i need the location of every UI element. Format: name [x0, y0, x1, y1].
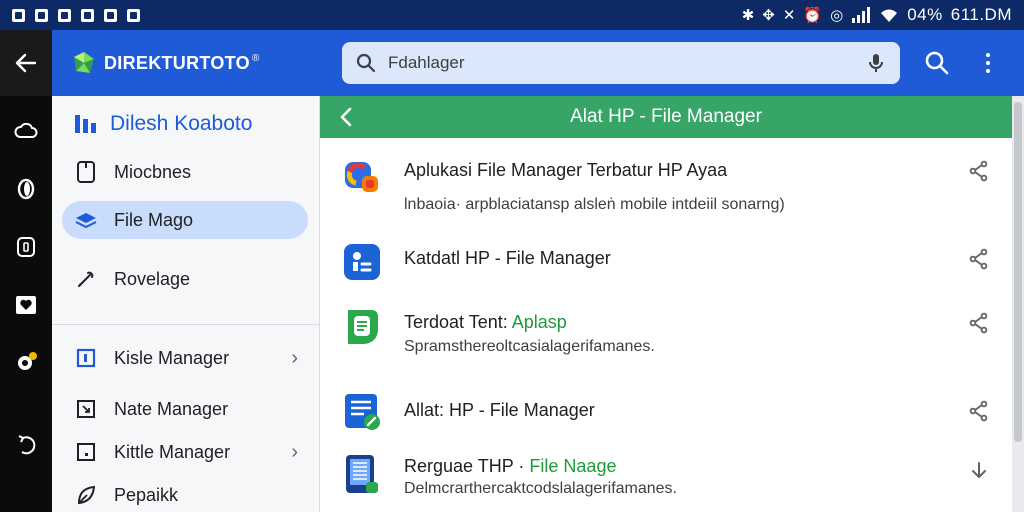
undo-icon[interactable] [13, 432, 39, 458]
drawer-item-label: Kittle Manager [114, 441, 231, 462]
search-input[interactable] [388, 53, 866, 73]
list-item[interactable]: Aplukasi File Manager Terbatur HP Ayaa l… [320, 150, 1012, 220]
row-title: Terdoat Tent: Aplasp [404, 312, 567, 333]
brand-logo[interactable]: DIREKTURTOTO ® [72, 51, 322, 75]
scrollbar-thumb[interactable] [1014, 102, 1022, 442]
share-icon[interactable] [968, 312, 990, 334]
back-button[interactable] [0, 30, 52, 96]
alarm-icon: ◎ [830, 6, 844, 24]
chevron-left-icon[interactable] [334, 105, 358, 129]
bars-icon [75, 115, 96, 133]
notification-icon [58, 8, 71, 22]
square-dot-icon [74, 440, 98, 464]
phone-icon [74, 160, 98, 184]
notification-icon [35, 8, 48, 22]
wifi-icon [881, 9, 898, 22]
drawer-item-kisle-manager[interactable]: Kisle Manager › [62, 339, 308, 377]
status-bar: ✱ ✥ ✕ ⏰ ◎ 04% 611.DM [0, 0, 1024, 30]
row-title: Rerguae THP · File Naage [404, 456, 616, 477]
notification-icon [81, 8, 94, 22]
drawer-divider [52, 324, 320, 325]
notification-icon [104, 8, 117, 22]
clock: 611.DM [950, 5, 1012, 24]
system-indicators: ✱ ✥ ✕ ⏰ ◎ 04% 611.DM [742, 5, 1012, 25]
search-icon[interactable] [924, 50, 950, 76]
drawer-item-label: Miocbnes [114, 161, 192, 182]
row-subtitle: Delmcrarthercaktcodslalagerifamanes. [404, 480, 677, 497]
list-item[interactable]: Terdoat Tent: Aplasp Spramsthereoltcasia… [320, 302, 1012, 372]
download-icon[interactable] [968, 460, 990, 482]
cloud-settings-icon[interactable] [13, 118, 39, 144]
phone-app-icon [346, 455, 378, 493]
row-subtitle: lnbaoia· arpblaciatansp alsleṅ mobile in… [404, 196, 785, 213]
drawer-item-file-mago[interactable]: File Mago [62, 201, 308, 239]
app-bar: DIREKTURTOTO ® [0, 30, 1024, 96]
notification-icon [12, 8, 25, 22]
drawer-item-pepaikk[interactable]: Pepaikk [62, 476, 308, 512]
leaf-icon [74, 483, 98, 507]
notification-icon [127, 8, 140, 22]
square-icon [74, 346, 98, 370]
drawer-item-label: Pepaikk [114, 484, 179, 505]
folder-icon [74, 208, 98, 232]
drawer-item-miocbnes[interactable]: Miocbnes [62, 153, 308, 191]
drawer-item-kittle-manager[interactable]: Kittle Manager › [62, 433, 308, 471]
document-app-icon [348, 310, 378, 344]
brand-name: DIREKTURTOTO [104, 52, 250, 73]
chevron-right-icon: › [291, 440, 298, 463]
search-icon [356, 53, 376, 73]
brand-registered-mark: ® [251, 53, 260, 64]
share-icon[interactable] [968, 400, 990, 422]
list-item[interactable]: Rerguae THP · File Naage Delmcrarthercak… [320, 452, 1012, 512]
signal-icon [852, 7, 871, 23]
favorites-icon[interactable] [13, 292, 39, 318]
gear-icon[interactable] [13, 350, 39, 376]
more-vert-icon[interactable] [976, 48, 1000, 78]
files-app-icon [344, 244, 380, 280]
share-icon[interactable] [968, 160, 990, 182]
row-title-prefix: Rerguae THP · [404, 456, 525, 476]
nfc-icon: ✥ [762, 6, 775, 24]
mic-icon[interactable] [866, 52, 886, 74]
list-item[interactable]: Katdatl HP - File Manager [320, 236, 1012, 292]
chevron-right-icon: › [291, 346, 298, 369]
panel-title: Alat HP - File Manager [570, 106, 762, 127]
logo-mark-icon [74, 52, 94, 73]
row-title-prefix: Terdoat Tent: [404, 312, 508, 332]
file-manager-panel: Alat HP - File Manager Aplukasi File Man… [320, 96, 1012, 512]
drawer-item-label: Kisle Manager [114, 347, 230, 368]
bluetooth-icon: ✱ [741, 6, 755, 24]
row-title: Katdatl HP - File Manager [404, 248, 611, 268]
drawer-item-rovelage[interactable]: Rovelage [62, 260, 308, 298]
drawer-title-text: Dilesh Koaboto [110, 112, 253, 135]
scrollbar[interactable] [1012, 96, 1024, 512]
pen-icon [74, 267, 98, 291]
search-bar[interactable] [342, 42, 900, 84]
doc-edit-icon [345, 394, 380, 430]
row-title: Aplukasi File Manager Terbatur HP Ayaa [404, 160, 728, 180]
row-title: Allat: HP - File Manager [404, 400, 595, 420]
drawer-item-nate-manager[interactable]: Nate Manager [62, 390, 308, 428]
google-app-icon [345, 162, 378, 192]
storage-icon[interactable] [13, 234, 39, 260]
navigation-drawer: Dilesh Koaboto Miocbnes File Mago Rovela… [52, 96, 320, 512]
circle-icon[interactable] [13, 176, 39, 202]
list-item[interactable]: Allat: HP - File Manager [320, 392, 1012, 442]
panel-header: Alat HP - File Manager [320, 96, 1012, 138]
battery-percent: 04% [907, 5, 943, 24]
row-title-accent: File Naage [529, 456, 617, 476]
drawer-item-label: Nate Manager [114, 398, 229, 419]
row-title-accent: Aplasp [511, 312, 567, 332]
arrow-left-icon [15, 53, 37, 73]
row-subtitle: Spramsthereoltcasialagerifamanes. [404, 338, 655, 355]
navigation-rail [0, 96, 52, 512]
share-icon[interactable] [968, 248, 990, 270]
drawer-item-label: Rovelage [114, 268, 191, 289]
drawer-item-label: File Mago [114, 209, 194, 230]
mute-icon: ✕ [782, 6, 796, 24]
alarm-icon: ⏰ [803, 6, 823, 24]
drawer-title: Dilesh Koaboto [74, 112, 252, 136]
notification-icons [12, 8, 140, 22]
square-arrow-icon [74, 397, 98, 421]
